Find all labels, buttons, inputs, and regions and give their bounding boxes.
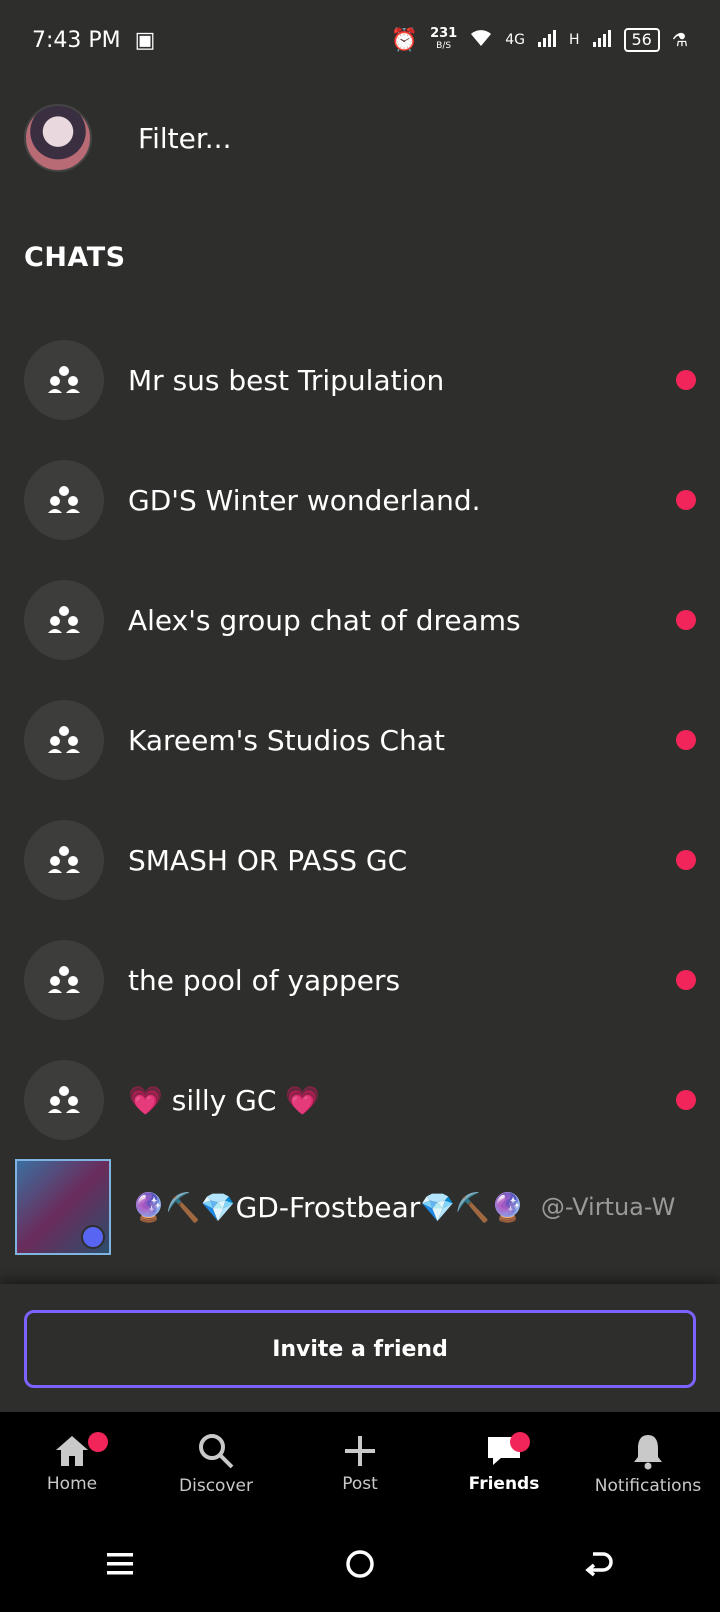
filter-input[interactable]: Filter...: [138, 122, 231, 155]
nav-discover[interactable]: Discover: [144, 1412, 288, 1516]
status-time: 7:43 PM: [32, 27, 121, 53]
group-chat-icon: [24, 460, 104, 540]
signal-icon: [537, 28, 557, 52]
unread-badge: [676, 490, 696, 510]
group-chat-icon: [24, 820, 104, 900]
online-status-icon: [81, 1225, 105, 1249]
search-icon: [199, 1434, 234, 1469]
nav-home[interactable]: Home: [0, 1412, 144, 1516]
status-bar: 7:43 PM ▣ ⏰ 231 B/S 4G H 56 ⚗: [0, 0, 720, 80]
list-item[interactable]: GD'S Winter wonderland.: [0, 440, 720, 560]
nav-post[interactable]: Post: [288, 1412, 432, 1516]
unread-badge: [676, 730, 696, 750]
wifi-icon: [469, 28, 493, 52]
list-item[interactable]: SMASH OR PASS GC: [0, 800, 720, 920]
chat-name: Mr sus best Tripulation: [128, 363, 445, 397]
nav-post-label: Post: [342, 1474, 378, 1494]
system-nav-bar: [0, 1516, 720, 1612]
nav-notifications-label: Notifications: [594, 1476, 702, 1496]
unread-badge: [676, 1090, 696, 1110]
group-chat-icon: [24, 1060, 104, 1140]
chat-name: the pool of yappers: [128, 963, 401, 997]
signal-icon-2: [592, 28, 612, 52]
chat-list: Mr sus best Tripulation GD'S Winter wond…: [0, 320, 720, 1160]
chat-name: Alex's group chat of dreams: [128, 603, 521, 637]
unread-badge: [676, 970, 696, 990]
friend-handle: @-Virtua-W: [540, 1193, 676, 1221]
home-badge: [88, 1432, 108, 1452]
alarm-icon: ⏰: [390, 27, 419, 53]
flask-icon: ⚗: [671, 29, 688, 51]
invite-friend-button[interactable]: Invite a friend: [24, 1310, 696, 1388]
friend-avatar: [15, 1159, 111, 1255]
invite-area: Invite a friend: [0, 1284, 720, 1412]
app-notification-icon: ▣: [134, 27, 156, 53]
list-item[interactable]: 💗 silly GC 💗: [0, 1040, 720, 1160]
network-type-2: H: [568, 32, 580, 48]
bell-icon: [634, 1435, 662, 1470]
plus-icon: [345, 1436, 375, 1466]
top-bar: Filter...: [0, 100, 720, 176]
chats-section-title: CHATS: [24, 242, 126, 273]
friend-list-item[interactable]: 🔮⛏️💎GD-Frostbear💎⛏️🔮 @-Virtua-W: [0, 1157, 720, 1257]
group-chat-icon: [24, 340, 104, 420]
friend-name: 🔮⛏️💎GD-Frostbear💎⛏️🔮: [131, 1190, 525, 1224]
group-chat-icon: [24, 700, 104, 780]
nav-notifications[interactable]: Notifications: [576, 1412, 720, 1516]
list-item[interactable]: Kareem's Studios Chat: [0, 680, 720, 800]
nav-discover-label: Discover: [179, 1476, 253, 1496]
network-speed: 231 B/S: [430, 26, 458, 51]
bottom-nav: Home Discover Post Friends Notifications: [0, 1412, 720, 1516]
home-icon: [56, 1436, 88, 1466]
chat-name: SMASH OR PASS GC: [128, 843, 408, 877]
profile-avatar[interactable]: [24, 104, 92, 172]
network-type: 4G: [505, 32, 525, 48]
chat-name: 💗 silly GC 💗: [128, 1083, 321, 1117]
nav-friends[interactable]: Friends: [432, 1412, 576, 1516]
home-circle-icon[interactable]: [345, 1549, 375, 1579]
nav-home-label: Home: [46, 1474, 98, 1494]
friends-badge: [510, 1432, 530, 1452]
list-item[interactable]: the pool of yappers: [0, 920, 720, 1040]
chat-name: Kareem's Studios Chat: [128, 723, 445, 757]
menu-icon[interactable]: [105, 1550, 135, 1578]
unread-badge: [676, 850, 696, 870]
list-item[interactable]: Mr sus best Tripulation: [0, 320, 720, 440]
group-chat-icon: [24, 940, 104, 1020]
chat-name: GD'S Winter wonderland.: [128, 483, 481, 517]
battery-icon: 56: [623, 28, 660, 52]
list-item[interactable]: Alex's group chat of dreams: [0, 560, 720, 680]
back-icon[interactable]: [585, 1550, 615, 1578]
nav-friends-label: Friends: [468, 1474, 540, 1494]
unread-badge: [676, 370, 696, 390]
group-chat-icon: [24, 580, 104, 660]
unread-badge: [676, 610, 696, 630]
